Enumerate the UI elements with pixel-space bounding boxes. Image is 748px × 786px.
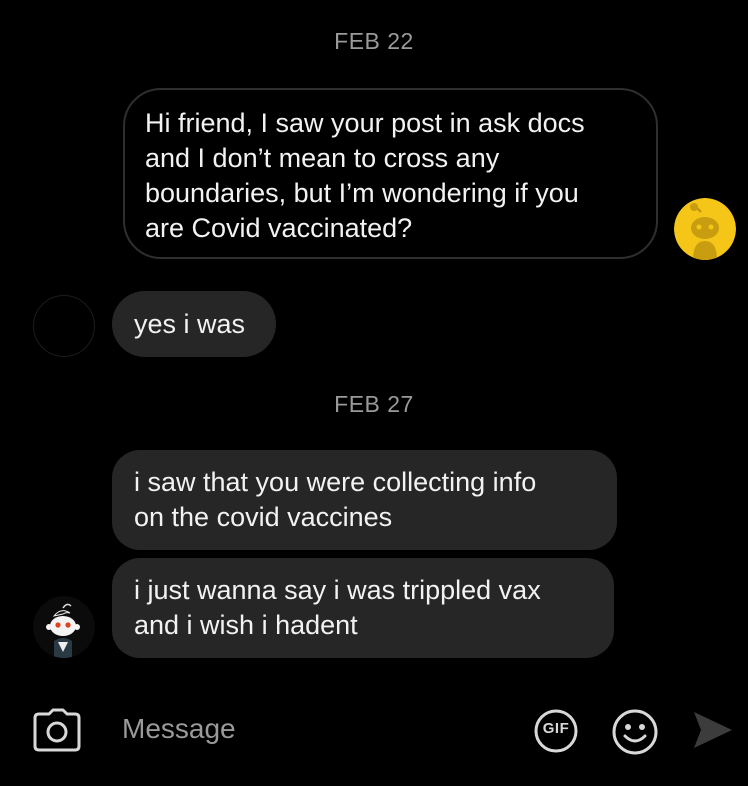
incoming-message[interactable]: i saw that you were collecting info on t…	[112, 450, 617, 550]
gif-label: GIF	[542, 720, 570, 737]
emoji-icon[interactable]	[611, 708, 659, 756]
outgoing-message[interactable]: Hi friend, I saw your post in ask docs a…	[123, 88, 658, 259]
date-separator-feb-27: FEB 27	[334, 391, 414, 417]
message-line: yes i was	[134, 308, 246, 339]
message-line: i saw that you were collecting info	[134, 467, 537, 497]
message-line: i just wanna say i was trippled vax	[134, 575, 541, 605]
reddit-snoo-avatar-icon	[33, 596, 95, 658]
contact-avatar[interactable]	[33, 596, 95, 658]
message-line: Hi friend, I saw your post in ask docs	[145, 108, 585, 138]
message-line: and i wish i hadent	[134, 610, 358, 640]
message-line: and I don’t mean to cross any	[145, 143, 500, 173]
incoming-message[interactable]: i just wanna say i was trippled vax and …	[112, 558, 614, 658]
message-input-placeholder: Message	[122, 713, 236, 744]
message-line: boundaries, but I’m wondering if you	[145, 178, 579, 208]
send-icon[interactable]	[692, 710, 734, 750]
message-line: on the covid vaccines	[134, 502, 393, 532]
gif-icon[interactable]: GIF	[533, 708, 579, 754]
message-input[interactable]: Message	[122, 713, 236, 745]
camera-icon[interactable]	[33, 708, 81, 752]
message-line: are Covid vaccinated?	[145, 213, 413, 243]
incoming-message[interactable]: yes i was	[112, 291, 276, 357]
reddit-snoo-avatar-icon	[674, 198, 736, 260]
date-separator-feb-22: FEB 22	[334, 28, 414, 54]
chat-screen: FEB 22 Hi friend, I saw your post in ask…	[0, 0, 748, 786]
my-avatar[interactable]	[674, 198, 736, 260]
contact-avatar-empty[interactable]	[33, 295, 95, 357]
